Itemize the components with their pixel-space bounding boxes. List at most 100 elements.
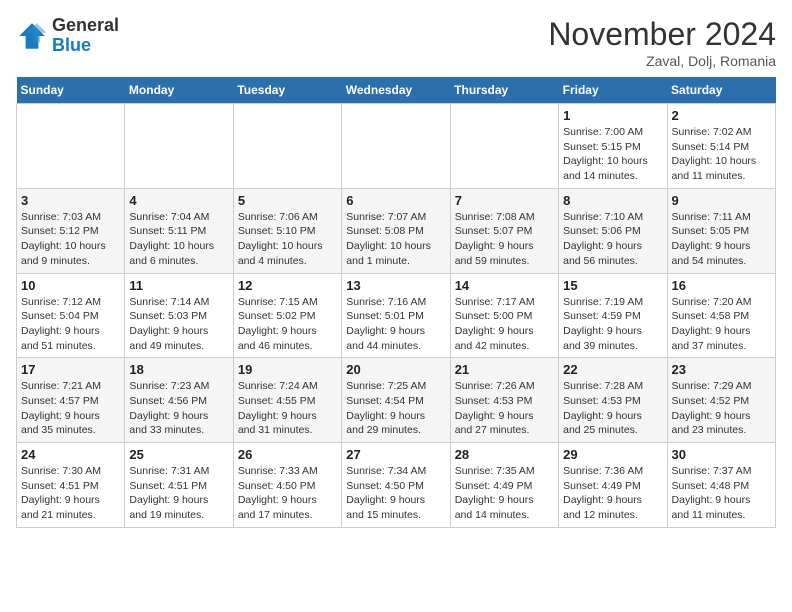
day-number: 4	[129, 193, 228, 208]
day-info: Sunrise: 7:14 AM Sunset: 5:03 PM Dayligh…	[129, 295, 228, 354]
calendar-cell: 20 Sunrise: 7:25 AM Sunset: 4:54 PM Dayli…	[342, 358, 450, 443]
day-info: Sunrise: 7:30 AM Sunset: 4:51 PM Dayligh…	[21, 464, 120, 523]
day-number: 8	[563, 193, 662, 208]
location: Zaval, Dolj, Romania	[548, 53, 776, 69]
day-number: 25	[129, 447, 228, 462]
calendar-cell: 4 Sunrise: 7:04 AM Sunset: 5:11 PM Daylig…	[125, 188, 233, 273]
day-number: 12	[238, 278, 337, 293]
calendar-cell: 12 Sunrise: 7:15 AM Sunset: 5:02 PM Dayli…	[233, 273, 341, 358]
weekday-header: Thursday	[450, 77, 558, 104]
calendar-week-row: 24 Sunrise: 7:30 AM Sunset: 4:51 PM Dayli…	[17, 443, 776, 528]
day-info: Sunrise: 7:15 AM Sunset: 5:02 PM Dayligh…	[238, 295, 337, 354]
calendar-cell: 9 Sunrise: 7:11 AM Sunset: 5:05 PM Daylig…	[667, 188, 775, 273]
calendar-cell: 10Sunrise: 7:12 AM Sunset: 5:04 PM Dayli…	[17, 273, 125, 358]
day-info: Sunrise: 7:04 AM Sunset: 5:11 PM Dayligh…	[129, 210, 228, 269]
day-number: 27	[346, 447, 445, 462]
calendar-cell	[450, 104, 558, 189]
calendar-cell: 28 Sunrise: 7:35 AM Sunset: 4:49 PM Dayli…	[450, 443, 558, 528]
weekday-header: Saturday	[667, 77, 775, 104]
day-number: 7	[455, 193, 554, 208]
day-number: 9	[672, 193, 771, 208]
calendar-cell: 16 Sunrise: 7:20 AM Sunset: 4:58 PM Dayli…	[667, 273, 775, 358]
day-info: Sunrise: 7:20 AM Sunset: 4:58 PM Dayligh…	[672, 295, 771, 354]
calendar-cell	[342, 104, 450, 189]
day-info: Sunrise: 7:00 AM Sunset: 5:15 PM Dayligh…	[563, 125, 662, 184]
weekday-header: Wednesday	[342, 77, 450, 104]
day-info: Sunrise: 7:25 AM Sunset: 4:54 PM Dayligh…	[346, 379, 445, 438]
day-info: Sunrise: 7:12 AM Sunset: 5:04 PM Dayligh…	[21, 295, 120, 354]
calendar-cell: 23Sunrise: 7:29 AM Sunset: 4:52 PM Dayli…	[667, 358, 775, 443]
weekday-header: Tuesday	[233, 77, 341, 104]
calendar-week-row: 17 Sunrise: 7:21 AM Sunset: 4:57 PM Dayli…	[17, 358, 776, 443]
calendar-cell: 3Sunrise: 7:03 AM Sunset: 5:12 PM Daylig…	[17, 188, 125, 273]
day-info: Sunrise: 7:29 AM Sunset: 4:52 PM Dayligh…	[672, 379, 771, 438]
day-info: Sunrise: 7:08 AM Sunset: 5:07 PM Dayligh…	[455, 210, 554, 269]
logo-blue-text: Blue	[52, 36, 119, 56]
logo-general-text: General	[52, 16, 119, 36]
day-number: 24	[21, 447, 120, 462]
calendar-cell: 17 Sunrise: 7:21 AM Sunset: 4:57 PM Dayli…	[17, 358, 125, 443]
calendar-cell: 6 Sunrise: 7:07 AM Sunset: 5:08 PM Daylig…	[342, 188, 450, 273]
calendar-cell: 25Sunrise: 7:31 AM Sunset: 4:51 PM Dayli…	[125, 443, 233, 528]
day-number: 26	[238, 447, 337, 462]
day-number: 3	[21, 193, 120, 208]
calendar-week-row: 3Sunrise: 7:03 AM Sunset: 5:12 PM Daylig…	[17, 188, 776, 273]
day-info: Sunrise: 7:17 AM Sunset: 5:00 PM Dayligh…	[455, 295, 554, 354]
day-info: Sunrise: 7:37 AM Sunset: 4:48 PM Dayligh…	[672, 464, 771, 523]
day-number: 29	[563, 447, 662, 462]
day-info: Sunrise: 7:33 AM Sunset: 4:50 PM Dayligh…	[238, 464, 337, 523]
weekday-header: Monday	[125, 77, 233, 104]
day-number: 22	[563, 362, 662, 377]
day-info: Sunrise: 7:06 AM Sunset: 5:10 PM Dayligh…	[238, 210, 337, 269]
day-info: Sunrise: 7:19 AM Sunset: 4:59 PM Dayligh…	[563, 295, 662, 354]
day-info: Sunrise: 7:24 AM Sunset: 4:55 PM Dayligh…	[238, 379, 337, 438]
logo-icon	[16, 20, 48, 52]
day-number: 18	[129, 362, 228, 377]
month-title: November 2024	[548, 16, 776, 53]
calendar-cell: 24 Sunrise: 7:30 AM Sunset: 4:51 PM Dayli…	[17, 443, 125, 528]
day-number: 21	[455, 362, 554, 377]
day-info: Sunrise: 7:28 AM Sunset: 4:53 PM Dayligh…	[563, 379, 662, 438]
day-number: 15	[563, 278, 662, 293]
day-number: 6	[346, 193, 445, 208]
day-number: 17	[21, 362, 120, 377]
calendar-cell: 18 Sunrise: 7:23 AM Sunset: 4:56 PM Dayli…	[125, 358, 233, 443]
calendar-cell: 30 Sunrise: 7:37 AM Sunset: 4:48 PM Dayli…	[667, 443, 775, 528]
calendar-cell: 1Sunrise: 7:00 AM Sunset: 5:15 PM Daylig…	[559, 104, 667, 189]
calendar-cell: 14 Sunrise: 7:17 AM Sunset: 5:00 PM Dayli…	[450, 273, 558, 358]
day-number: 30	[672, 447, 771, 462]
calendar-header-row: SundayMondayTuesdayWednesdayThursdayFrid…	[17, 77, 776, 104]
calendar-week-row: 10Sunrise: 7:12 AM Sunset: 5:04 PM Dayli…	[17, 273, 776, 358]
day-number: 5	[238, 193, 337, 208]
calendar-cell	[17, 104, 125, 189]
day-info: Sunrise: 7:35 AM Sunset: 4:49 PM Dayligh…	[455, 464, 554, 523]
day-info: Sunrise: 7:23 AM Sunset: 4:56 PM Dayligh…	[129, 379, 228, 438]
page-header: General Blue November 2024 Zaval, Dolj, …	[16, 16, 776, 69]
day-number: 11	[129, 278, 228, 293]
calendar-cell	[233, 104, 341, 189]
day-number: 14	[455, 278, 554, 293]
calendar-cell: 5 Sunrise: 7:06 AM Sunset: 5:10 PM Daylig…	[233, 188, 341, 273]
day-number: 28	[455, 447, 554, 462]
weekday-header: Sunday	[17, 77, 125, 104]
day-info: Sunrise: 7:34 AM Sunset: 4:50 PM Dayligh…	[346, 464, 445, 523]
calendar-cell: 2Sunrise: 7:02 AM Sunset: 5:14 PM Daylig…	[667, 104, 775, 189]
day-info: Sunrise: 7:26 AM Sunset: 4:53 PM Dayligh…	[455, 379, 554, 438]
calendar-cell: 7 Sunrise: 7:08 AM Sunset: 5:07 PM Daylig…	[450, 188, 558, 273]
day-info: Sunrise: 7:21 AM Sunset: 4:57 PM Dayligh…	[21, 379, 120, 438]
day-info: Sunrise: 7:02 AM Sunset: 5:14 PM Dayligh…	[672, 125, 771, 184]
calendar-cell: 21 Sunrise: 7:26 AM Sunset: 4:53 PM Dayli…	[450, 358, 558, 443]
day-number: 19	[238, 362, 337, 377]
calendar-cell	[125, 104, 233, 189]
calendar-cell: 26 Sunrise: 7:33 AM Sunset: 4:50 PM Dayli…	[233, 443, 341, 528]
day-number: 16	[672, 278, 771, 293]
calendar-cell: 11 Sunrise: 7:14 AM Sunset: 5:03 PM Dayli…	[125, 273, 233, 358]
calendar-week-row: 1Sunrise: 7:00 AM Sunset: 5:15 PM Daylig…	[17, 104, 776, 189]
weekday-header: Friday	[559, 77, 667, 104]
calendar-cell: 8Sunrise: 7:10 AM Sunset: 5:06 PM Daylig…	[559, 188, 667, 273]
day-info: Sunrise: 7:36 AM Sunset: 4:49 PM Dayligh…	[563, 464, 662, 523]
day-info: Sunrise: 7:11 AM Sunset: 5:05 PM Dayligh…	[672, 210, 771, 269]
day-number: 20	[346, 362, 445, 377]
calendar-cell: 27 Sunrise: 7:34 AM Sunset: 4:50 PM Dayli…	[342, 443, 450, 528]
day-info: Sunrise: 7:07 AM Sunset: 5:08 PM Dayligh…	[346, 210, 445, 269]
